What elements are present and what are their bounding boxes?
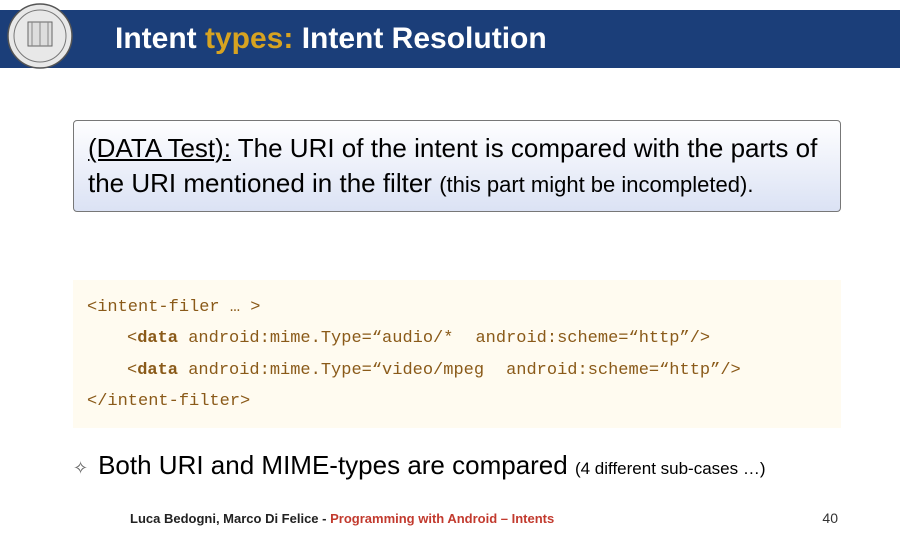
bullet-row: ✧ Both URI and MIME-types are compared (… xyxy=(73,450,873,482)
code-open-tag: intent-filer xyxy=(97,298,219,317)
slide-footer: Luca Bedogni, Marco Di Felice - Programm… xyxy=(0,510,900,526)
code-open-rest: … > xyxy=(220,298,261,317)
bullet-diamond-icon: ✧ xyxy=(73,454,88,482)
title-prefix: Intent xyxy=(115,22,205,55)
info-box-text: (DATA Test): The URI of the intent is co… xyxy=(88,131,826,201)
bullet-text: Both URI and MIME-types are compared (4 … xyxy=(98,450,765,481)
code-data2-attrs2: android:scheme=“http”/> xyxy=(506,361,741,380)
code-line-open: <intent-filer … > xyxy=(87,292,827,323)
title-accent: types: xyxy=(205,22,293,55)
code-line-data2: <data android:mime.Type=“video/mpegandro… xyxy=(87,355,827,386)
code-line-data1: <data android:mime.Type=“audio/*android:… xyxy=(87,323,827,354)
code-block: <intent-filer … > <data android:mime.Typ… xyxy=(73,280,841,428)
code-data1-attrs2: android:scheme=“http”/> xyxy=(475,329,710,348)
info-box: (DATA Test): The URI of the intent is co… xyxy=(73,120,841,212)
footer-topic: Programming with Android – Intents xyxy=(330,511,554,526)
footer-left: Luca Bedogni, Marco Di Felice - Programm… xyxy=(130,511,554,526)
info-tail-text: (this part might be incompleted). xyxy=(439,172,753,197)
footer-authors: Luca Bedogni, Marco Di Felice xyxy=(130,511,319,526)
university-seal-logo xyxy=(6,2,74,70)
title-suffix: Intent Resolution xyxy=(293,22,546,55)
slide-header: Intent types: Intent Resolution xyxy=(0,10,900,68)
slide-title: Intent types: Intent Resolution xyxy=(115,22,547,56)
footer-dash: - xyxy=(319,511,331,526)
code-close-tag: </intent-filter> xyxy=(87,392,250,411)
code-data2-attrs1: android:mime.Type=“video/mpeg xyxy=(178,361,484,380)
code-line-close: </intent-filter> xyxy=(87,386,827,417)
bullet-tail: (4 different sub-cases …) xyxy=(575,459,766,478)
data-test-label: (DATA Test): xyxy=(88,133,231,163)
page-number: 40 xyxy=(822,510,838,526)
code-data1-tag: data xyxy=(137,329,178,348)
code-data2-tag: data xyxy=(137,361,178,380)
code-data1-attrs1: android:mime.Type=“audio/* xyxy=(178,329,453,348)
bullet-main: Both URI and MIME-types are compared xyxy=(98,450,575,480)
